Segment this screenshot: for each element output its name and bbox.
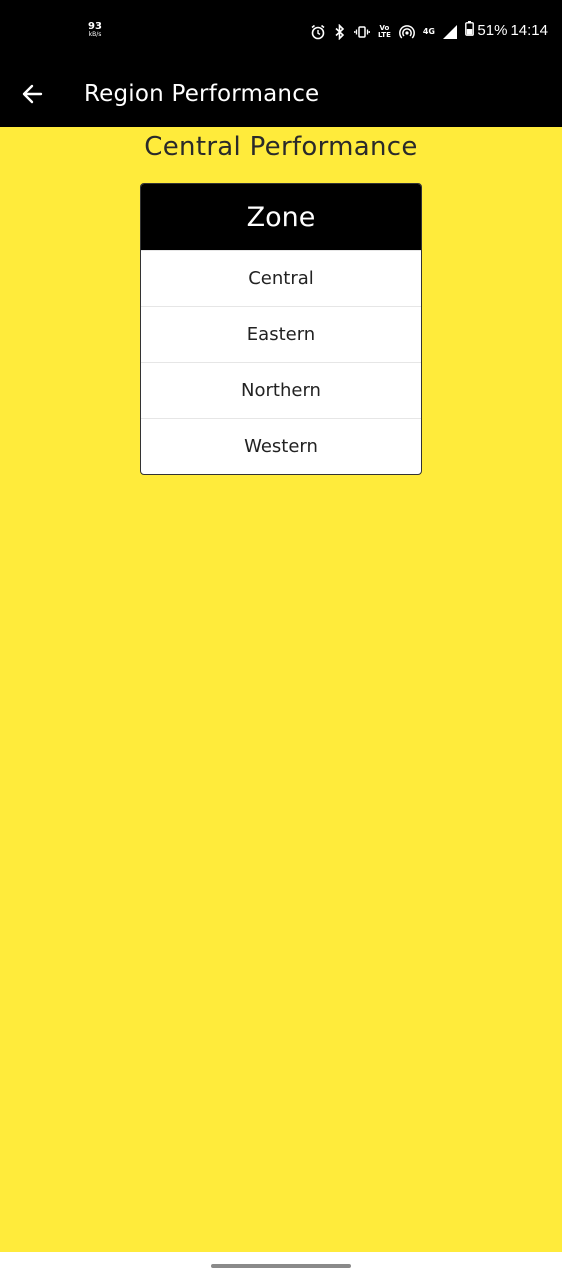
volte-line2: LTE (378, 31, 391, 39)
arrow-left-icon (21, 83, 43, 109)
zone-row-northern[interactable]: Northern (141, 362, 421, 418)
network-type: 4G (422, 27, 435, 36)
hotspot-icon (398, 24, 415, 40)
status-bar: 93 kB/s Vo LTE 4G 51% 14:14 (0, 0, 562, 64)
main-content: Central Performance Zone Central Eastern… (0, 127, 562, 1252)
status-icons: Vo LTE 4G (310, 20, 457, 44)
home-indicator[interactable] (211, 1264, 351, 1268)
zone-row-western[interactable]: Western (141, 418, 421, 474)
zone-row-central[interactable]: Central (141, 250, 421, 306)
clock: 14:14 (510, 22, 548, 39)
status-right: 51% 14:14 (465, 21, 548, 40)
network-speed: 93 kB/s (86, 22, 104, 38)
volte-icon: Vo LTE (378, 25, 391, 39)
battery-icon (465, 21, 475, 40)
signal-icon (443, 25, 457, 39)
section-title: Central Performance (144, 132, 418, 162)
navigation-bar (0, 1252, 562, 1280)
zone-row-eastern[interactable]: Eastern (141, 306, 421, 362)
app-bar: Region Performance (0, 64, 562, 127)
battery-percent: 51% (477, 22, 508, 39)
bluetooth-icon (334, 24, 346, 40)
zone-table-header: Zone (141, 184, 421, 250)
vibrate-icon (354, 24, 370, 40)
zone-table: Zone Central Eastern Northern Western (140, 183, 422, 475)
alarm-icon (310, 24, 326, 40)
network-speed-unit: kB/s (88, 31, 102, 38)
back-button[interactable] (14, 78, 50, 114)
page-title: Region Performance (84, 81, 320, 107)
